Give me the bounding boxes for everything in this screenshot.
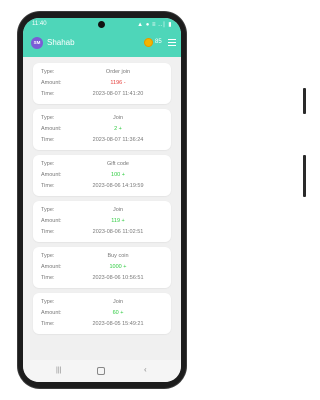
transaction-amount: 119 + — [111, 218, 125, 224]
coin-icon — [144, 38, 153, 47]
transaction-time: 2023-08-06 14:19:59 — [92, 183, 144, 189]
amount-label: Amount: — [41, 218, 62, 224]
transaction-type: Order join — [105, 69, 131, 75]
transaction-time: 2023-08-05 15:49:21 — [92, 321, 144, 327]
type-label: Type: — [41, 69, 55, 75]
amount-label: Amount: — [41, 264, 62, 270]
transaction-type: Join — [112, 299, 124, 305]
transaction-amount: 1196 - — [110, 80, 126, 86]
time-label: Time: — [41, 321, 55, 327]
time-label: Time: — [41, 137, 55, 143]
amount-label: Amount: — [41, 310, 62, 316]
transaction-time: 2023-08-06 11:02:51 — [92, 229, 144, 235]
status-time: 11:40 — [32, 21, 47, 27]
transaction-type: Buy coin — [107, 253, 129, 259]
transaction-card: Type: Join Amount: 2 + Time: 2023-08-07 … — [33, 109, 171, 150]
status-bar: 11:40 ▲ ● ≡ ..∣ ▮ — [23, 18, 181, 30]
avatar[interactable]: SM — [31, 37, 43, 49]
transaction-time: 2023-08-07 11:41:20 — [92, 91, 144, 97]
time-label: Time: — [41, 229, 55, 235]
back-icon[interactable]: ‹ — [144, 366, 147, 374]
type-label: Type: — [41, 299, 55, 305]
transaction-amount: 2 + — [114, 126, 122, 132]
app-bar: SM Shahab 85 — [23, 34, 181, 54]
header: 11:40 ▲ ● ≡ ..∣ ▮ SM Shahab 85 — [23, 18, 181, 57]
transaction-card: Type: Gift code Amount: 100 + Time: 2023… — [33, 155, 171, 196]
transaction-amount: 1000 + — [109, 264, 127, 270]
type-label: Type: — [41, 253, 55, 259]
status-icons: ▲ ● ≡ ..∣ ▮ — [137, 22, 172, 28]
transaction-card: Type: Buy coin Amount: 1000 + Time: 2023… — [33, 247, 171, 288]
recent-apps-icon[interactable]: ||| — [56, 367, 62, 374]
amount-label: Amount: — [41, 80, 62, 86]
transaction-card: Type: Order join Amount: 1196 - Time: 20… — [33, 63, 171, 104]
camera-cutout — [98, 21, 105, 28]
time-label: Time: — [41, 275, 55, 281]
time-label: Time: — [41, 183, 55, 189]
type-label: Type: — [41, 161, 55, 167]
transaction-card: Type: Join Amount: 60 + Time: 2023-08-05… — [33, 293, 171, 334]
phone-screen: 11:40 ▲ ● ≡ ..∣ ▮ SM Shahab 85 Type: Ord… — [23, 18, 181, 382]
transaction-time: 2023-08-06 10:56:51 — [92, 275, 144, 281]
amount-label: Amount: — [41, 172, 62, 178]
username: Shahab — [47, 38, 75, 47]
menu-icon[interactable] — [168, 39, 176, 46]
coin-balance: 85 — [155, 39, 162, 45]
time-label: Time: — [41, 91, 55, 97]
system-nav-bar: ||| ‹ — [23, 360, 181, 382]
home-icon[interactable] — [97, 367, 105, 375]
transaction-card: Type: Join Amount: 119 + Time: 2023-08-0… — [33, 201, 171, 242]
transaction-amount: 60 + — [112, 310, 124, 316]
transaction-type: Join — [112, 115, 124, 121]
transaction-type: Join — [112, 207, 124, 213]
amount-label: Amount: — [41, 126, 62, 132]
transaction-time: 2023-08-07 11:36:24 — [92, 137, 144, 143]
transaction-amount: 100 + — [111, 172, 125, 178]
type-label: Type: — [41, 115, 55, 121]
transaction-type: Gift code — [106, 161, 129, 167]
phone-side-button — [303, 155, 306, 197]
phone-side-button — [303, 88, 306, 114]
type-label: Type: — [41, 207, 55, 213]
